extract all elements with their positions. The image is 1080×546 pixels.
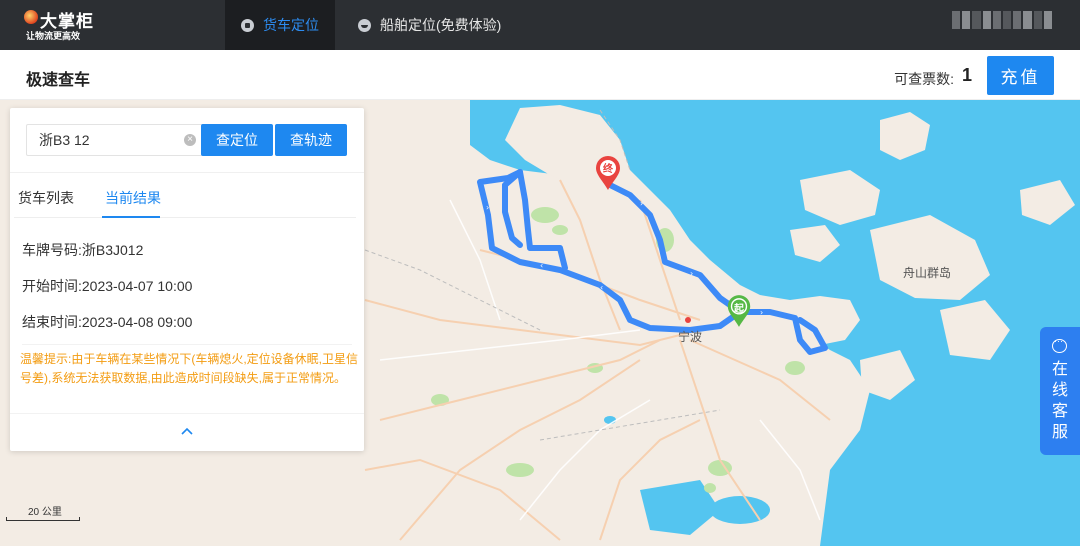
page-header: 极速查车 可查票数: 1 充值: [0, 50, 1080, 100]
end-time-value: 2023-04-08 09:00: [81, 314, 193, 330]
notice-divider: [22, 344, 352, 345]
plate-row: 车牌号码:浙B3J012: [22, 240, 143, 260]
start-time-label: 开始时间:: [22, 278, 82, 294]
svg-text:›: ›: [690, 269, 693, 278]
tab-current-result[interactable]: 当前结果: [105, 188, 161, 208]
panel-footer-divider: [10, 413, 364, 414]
plate-search-box: ×: [26, 124, 206, 156]
end-marker-label: 终: [603, 164, 613, 175]
svg-text:‹: ‹: [540, 261, 543, 270]
nav-tab-ship-location[interactable]: 船舶定位(免费体验): [358, 0, 501, 50]
page-title: 极速查车: [26, 72, 91, 89]
plate-search-input[interactable]: [27, 125, 177, 155]
track-button[interactable]: 查轨迹: [275, 124, 347, 156]
search-panel: × 查定位 查轨迹 货车列表 当前结果 车牌号码:浙B3J012 开始时间:20…: [10, 108, 364, 451]
ship-icon: [358, 18, 371, 32]
logo-mark-icon: [24, 10, 38, 24]
user-account-blurred[interactable]: [952, 11, 1053, 29]
notice-text: 温馨提示:由于车辆在某些情况下(车辆熄火,定位设备休眠,卫星信号差),系统无法获…: [20, 352, 359, 385]
map-label-city: 宁波: [678, 330, 703, 344]
map-scale-label: 20 公里: [28, 507, 62, 518]
query-count-value: 1: [961, 65, 972, 85]
end-time-row: 结束时间:2023-04-08 09:00: [22, 312, 192, 332]
recharge-button[interactable]: 充值: [987, 56, 1054, 95]
chat-bubble-icon: [1052, 336, 1067, 353]
end-time-label: 结束时间:: [22, 314, 82, 330]
panel-tabs: 货车列表 当前结果: [10, 172, 364, 218]
start-time-row: 开始时间:2023-04-07 10:00: [22, 276, 192, 296]
city-dot: [685, 317, 691, 323]
svg-text:›: ›: [486, 203, 489, 212]
query-count-label: 可查票数:: [894, 71, 954, 87]
nav-tab-label: 船舶定位(免费体验): [380, 17, 502, 33]
plate-label: 车牌号码:: [22, 242, 82, 258]
svg-text:‹: ‹: [600, 283, 603, 292]
truck-icon: [241, 18, 254, 32]
chevron-up-icon[interactable]: [178, 424, 196, 438]
clear-input-icon[interactable]: ×: [184, 134, 196, 146]
start-time-value: 2023-04-07 10:00: [81, 278, 193, 294]
nav-tab-label: 货车定位: [263, 17, 319, 33]
brand-logo[interactable]: 大掌柜 让物流更高效: [24, 7, 104, 43]
tab-truck-list[interactable]: 货车列表: [18, 188, 74, 208]
svg-text:›: ›: [760, 308, 763, 317]
online-service-label: 在线客服: [1051, 361, 1068, 441]
start-marker-label: 起: [734, 304, 744, 315]
nav-tab-truck-location[interactable]: 货车定位: [225, 0, 335, 50]
brand-subtitle: 让物流更高效: [26, 31, 81, 41]
svg-text:›: ›: [640, 199, 643, 208]
active-tab-indicator: [102, 216, 160, 218]
locate-button[interactable]: 查定位: [201, 124, 273, 156]
map-scale-bar: [6, 517, 80, 521]
plate-value: 浙B3J012: [81, 242, 144, 258]
tabs-divider: [14, 217, 356, 218]
map-label-islands: 舟山群岛: [903, 266, 952, 280]
top-nav-bar: 大掌柜 让物流更高效 货车定位 船舶定位(免费体验): [0, 0, 1080, 50]
online-service-button[interactable]: 在线客服: [1040, 327, 1080, 455]
